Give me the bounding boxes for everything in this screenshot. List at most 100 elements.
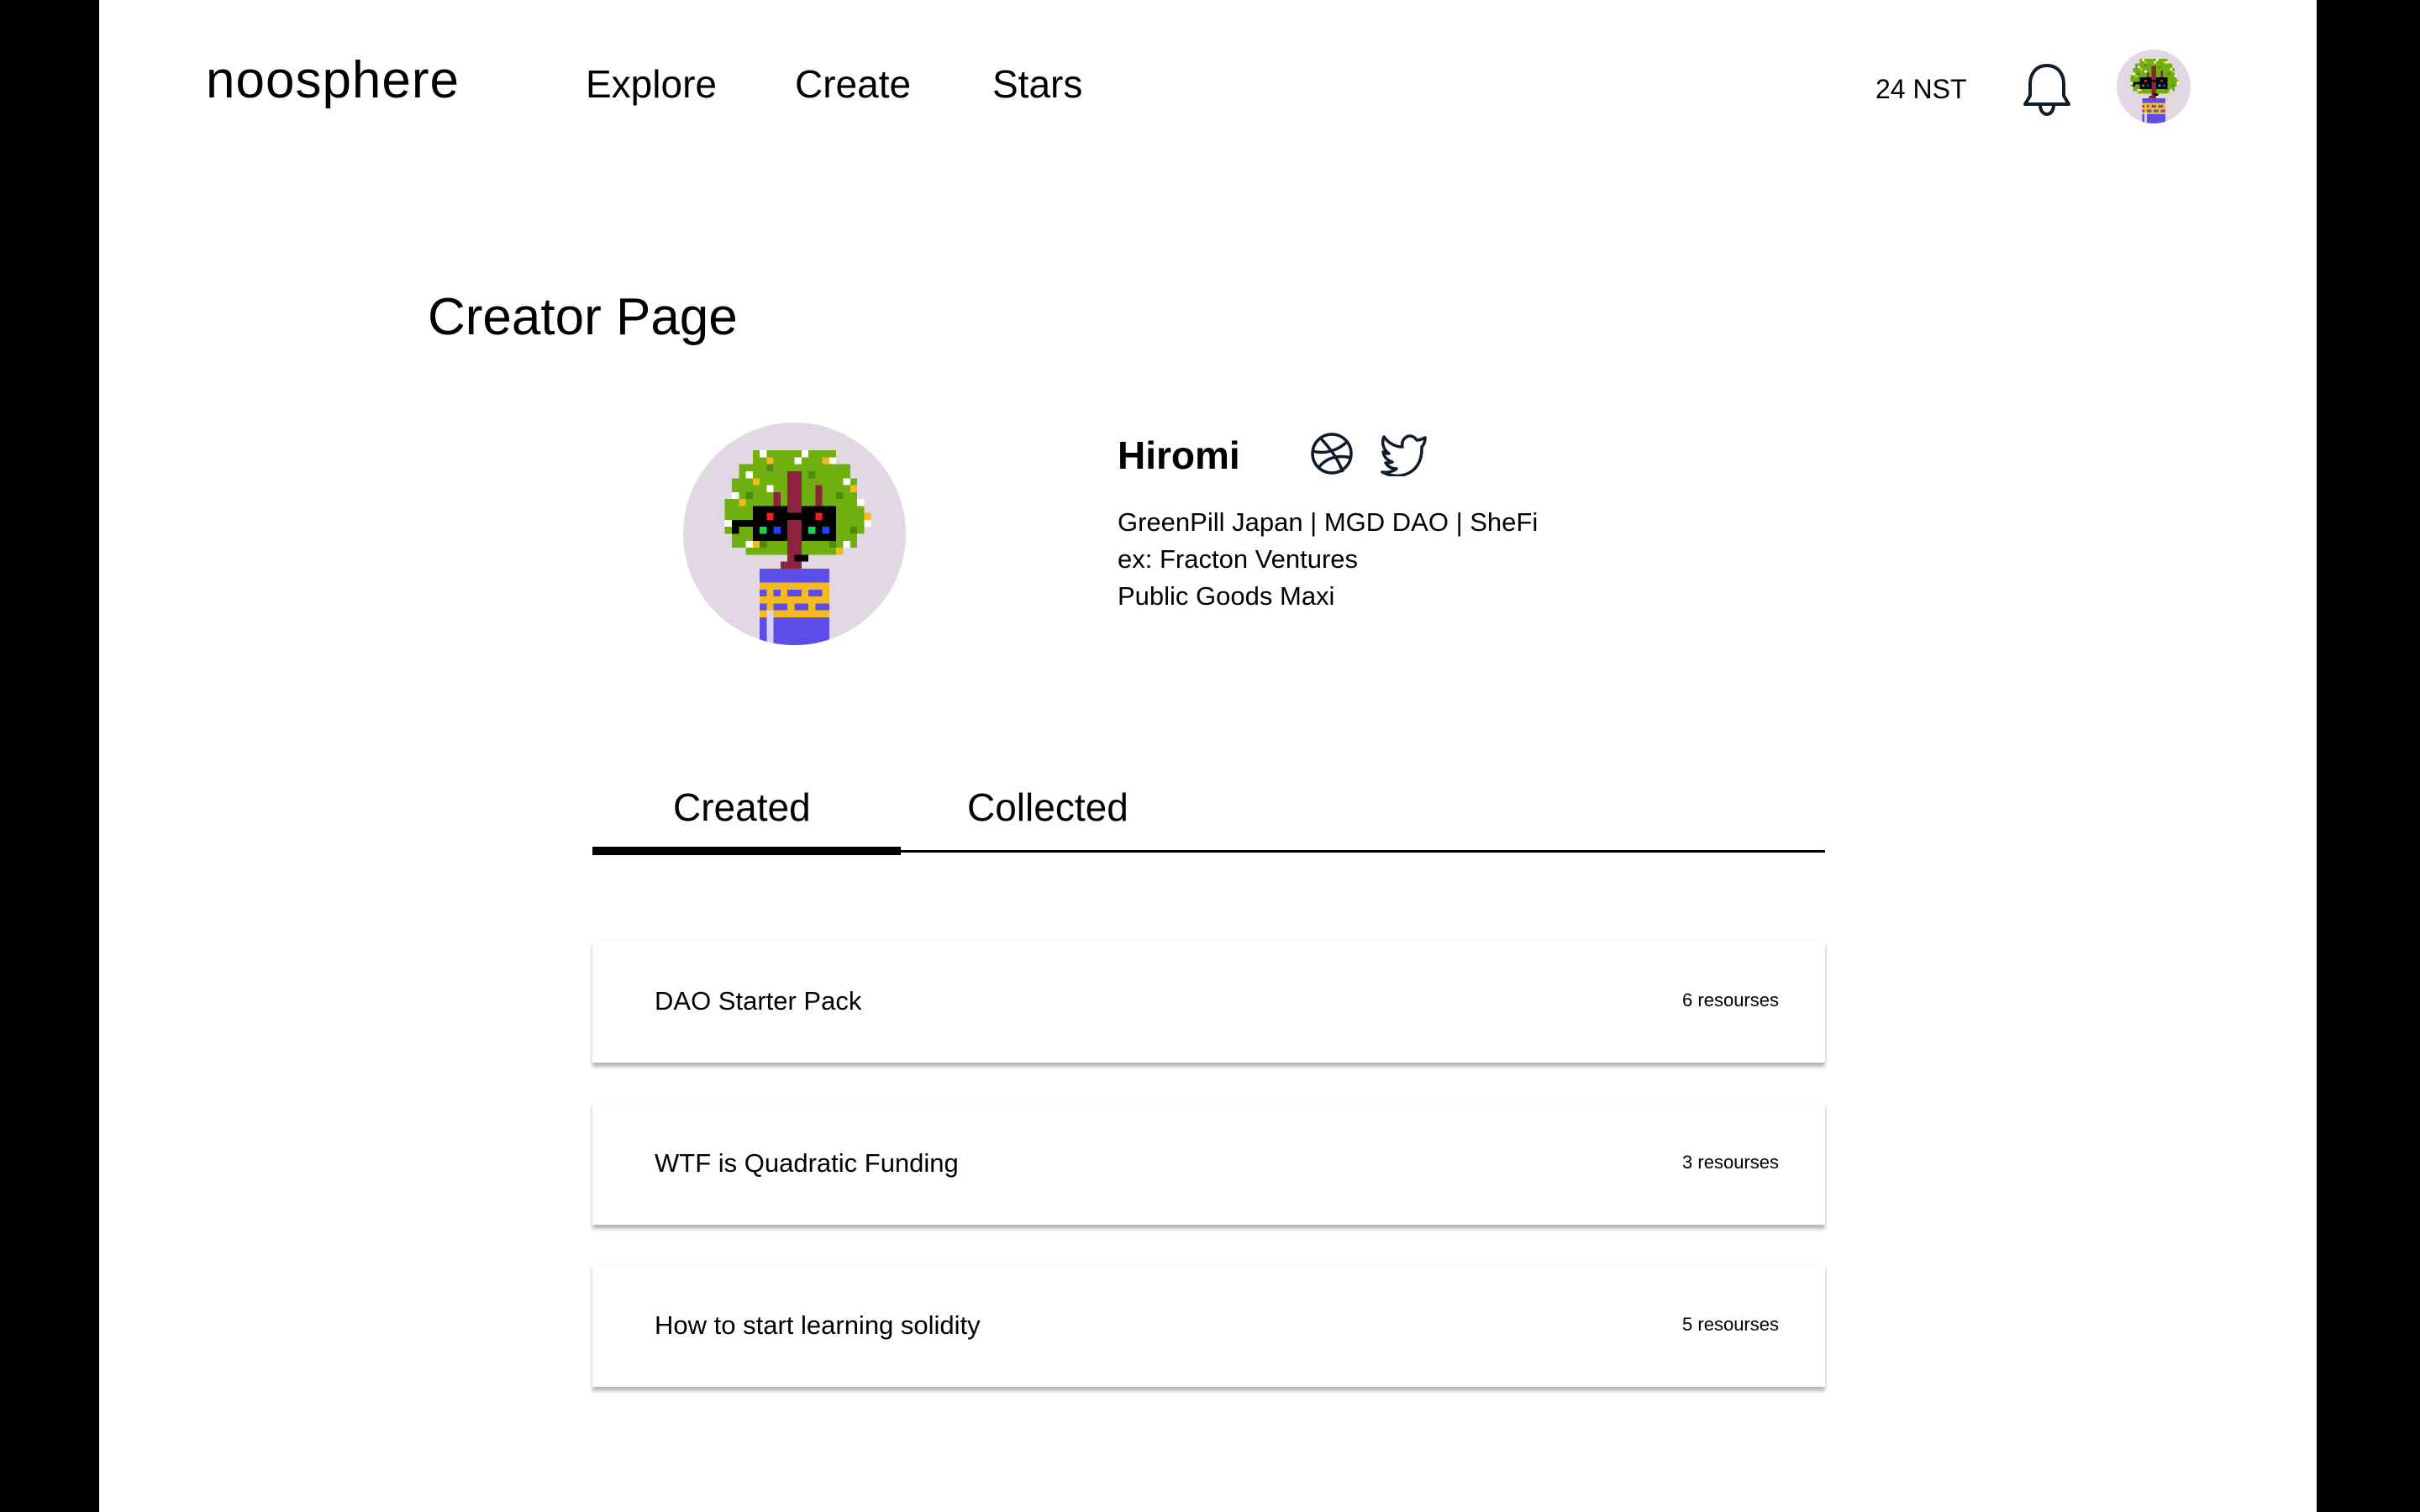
twitter-icon[interactable]: [1380, 431, 1428, 476]
avatar-pixel: [760, 527, 767, 534]
avatar-pixel: [843, 478, 850, 486]
avatar-pixel: [2158, 109, 2161, 113]
avatar-pixel: [2167, 72, 2170, 76]
collection-card[interactable]: How to start learning solidity 5 resours…: [592, 1265, 1825, 1387]
nav-create[interactable]: Create: [795, 61, 911, 107]
avatar-pixel: [766, 512, 774, 520]
avatar-pixel: [2130, 81, 2133, 85]
avatar-pixel: [2167, 91, 2170, 94]
avatar-pixel: [2137, 66, 2140, 68]
active-tab-indicator: [592, 847, 901, 855]
avatar-pixel: [864, 519, 871, 528]
avatar-pixel: [822, 589, 829, 597]
avatar-pixel: [773, 527, 781, 534]
avatar-pixel: [760, 540, 767, 549]
avatar-pixel: [2144, 105, 2147, 108]
avatar-pixel: [2165, 88, 2168, 92]
avatar-pixel: [2170, 88, 2172, 92]
avatar-pixel: [2155, 59, 2159, 61]
avatar-pixel: [766, 603, 774, 611]
avatar-pixel: [808, 603, 816, 611]
avatar-pixel: [2133, 81, 2135, 87]
avatar-pixel: [766, 610, 774, 645]
avatar-pixel: [836, 548, 844, 555]
avatar-pixel: [2142, 102, 2165, 105]
avatar-pixel: [808, 470, 816, 479]
avatar-pixel: [2163, 105, 2165, 108]
avatar-pixel: [801, 589, 809, 597]
avatar-pixel: [760, 450, 767, 458]
avatar-pixel: [2142, 59, 2144, 61]
avatar-pixel: [731, 491, 739, 500]
avatar-pixel: [2137, 72, 2140, 76]
avatar-pixel: [752, 540, 760, 549]
creator-name: Hiromi: [1118, 433, 1240, 477]
avatar-pixel: [857, 499, 865, 507]
avatar-pixel: [2160, 70, 2163, 77]
avatar-pixel: [766, 485, 774, 492]
avatar-pixel: [745, 470, 753, 479]
tab-created[interactable]: Created: [673, 785, 811, 830]
bio-line: ex: Fracton Ventures: [1118, 544, 1359, 574]
avatar-pixel: [836, 491, 844, 500]
avatar-pixel: [2139, 68, 2143, 71]
avatar-pixel: [2176, 81, 2180, 85]
avatar-pixel: [2142, 107, 2165, 110]
avatar-pixel: [2142, 84, 2144, 87]
avatar-pixel: [794, 554, 809, 562]
avatar-pixel: [2163, 60, 2165, 64]
page: noosphere Explore Create Stars 24 NST Cr…: [99, 0, 2317, 1512]
avatar-pixel: [2158, 84, 2161, 87]
tab-collected[interactable]: Collected: [967, 785, 1128, 830]
avatar-pixel: [2151, 79, 2156, 82]
avatar-pixel: [822, 527, 829, 534]
avatar-pixel: [731, 519, 739, 534]
avatar-pixel: [2144, 79, 2147, 82]
avatar-pixel: [801, 450, 809, 458]
avatar-pixel: [2135, 75, 2138, 77]
logo[interactable]: noosphere: [206, 50, 460, 110]
avatar-pixel: [2151, 109, 2154, 113]
avatar-pixel: [787, 512, 802, 520]
collection-card[interactable]: DAO Starter Pack 6 resourses: [592, 941, 1825, 1063]
avatar-pixel: [864, 512, 871, 520]
avatar-pixel: [766, 464, 774, 471]
collection-card[interactable]: WTF is Quadratic Funding 3 resourses: [592, 1103, 1825, 1225]
nav-explore[interactable]: Explore: [586, 61, 717, 107]
avatar-pixel: [2170, 68, 2172, 71]
avatar-pixel: [2139, 77, 2152, 89]
avatar-pixel: [2149, 96, 2156, 98]
avatar-pixel: [2137, 88, 2140, 92]
bell-icon[interactable]: [2021, 60, 2073, 118]
resource-count: 3 resourses: [1682, 1152, 1779, 1173]
avatar-pixel: [2155, 77, 2168, 89]
avatar-pixel: [739, 499, 746, 507]
avatar-pixel: [766, 589, 774, 597]
avatar-pixel: [2146, 84, 2149, 87]
creator-avatar: [683, 423, 906, 645]
avatar-pixel: [801, 506, 837, 541]
user-avatar[interactable]: [2117, 50, 2191, 123]
avatar-pixel: [724, 519, 732, 528]
avatar-pixel: [745, 491, 753, 500]
dribbble-icon[interactable]: [1309, 431, 1355, 476]
avatar-pixel: [815, 512, 823, 520]
page-title: Creator Page: [428, 288, 738, 346]
avatar-pixel: [2139, 88, 2143, 92]
nav-stars[interactable]: Stars: [992, 61, 1082, 107]
avatar-pixel: [2174, 75, 2177, 77]
resource-count: 5 resourses: [1682, 1314, 1779, 1335]
avatar-pixel: [2133, 72, 2135, 76]
token-balance: 24 NST: [1876, 74, 1967, 104]
avatar-pixel: [2158, 66, 2161, 68]
avatar-pixel: [787, 603, 795, 611]
avatar-pixel: [780, 561, 802, 569]
avatar-pixel: [2154, 93, 2159, 96]
avatar-pixel: [2165, 60, 2168, 64]
avatar-pixel: [752, 478, 760, 486]
avatar-pixel: [2144, 70, 2147, 73]
avatar-pixel: [794, 457, 802, 465]
avatar-pixel: [2176, 79, 2180, 82]
avatar-pixel: [760, 596, 829, 604]
avatar-pixel: [808, 527, 816, 534]
